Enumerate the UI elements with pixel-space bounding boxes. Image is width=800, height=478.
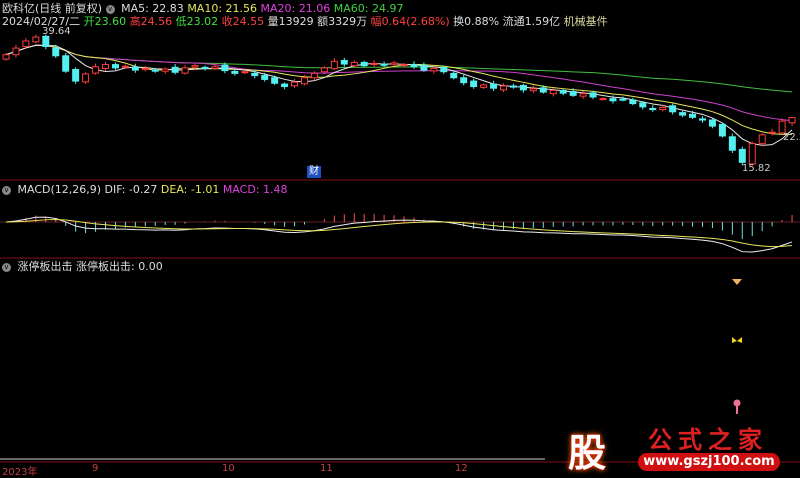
candle-up — [12, 47, 20, 56]
candle-down — [420, 64, 428, 71]
candle-down — [559, 89, 567, 94]
butterfly-icon — [732, 337, 742, 343]
candle-down — [171, 66, 179, 73]
candle-down — [201, 66, 209, 69]
candle-down — [271, 77, 279, 84]
watermark-logo: 股 公式之家 www.gszj100.com — [560, 420, 800, 476]
candle-down — [699, 118, 706, 121]
candle-down — [728, 136, 736, 151]
candle-down — [72, 69, 80, 82]
candle-down — [151, 69, 159, 72]
candle-down — [360, 61, 368, 67]
candle-down — [131, 66, 139, 71]
candle-up — [320, 67, 328, 73]
candle-up — [82, 73, 90, 83]
candle-up — [330, 60, 338, 70]
candle-down — [649, 108, 657, 111]
candle-down — [470, 80, 478, 88]
candle-down — [639, 102, 647, 108]
x-tick: 9 — [92, 463, 99, 474]
candle-up — [549, 89, 557, 95]
candle-up — [748, 143, 756, 165]
candle-down — [490, 83, 498, 89]
candle-up — [758, 134, 766, 145]
candle-down — [450, 72, 458, 79]
candle-up — [400, 64, 408, 67]
candle-down — [62, 55, 70, 72]
x-tick: 12 — [455, 463, 468, 474]
candle-down — [738, 148, 746, 163]
candle-up — [32, 36, 40, 43]
candle-up — [241, 71, 249, 74]
candle-up — [291, 81, 299, 87]
candle-up — [2, 54, 10, 60]
low-marker: 15.82 — [742, 163, 771, 174]
candle-down — [460, 77, 468, 84]
candle-up — [181, 67, 189, 74]
candle-down — [231, 70, 239, 74]
candle-up — [121, 65, 129, 68]
candle-down — [340, 59, 348, 65]
candle-up — [579, 93, 587, 97]
candle-up — [102, 64, 109, 69]
candle-up — [500, 85, 507, 91]
candle-up — [599, 98, 607, 101]
ma5-line — [5, 44, 793, 146]
candle-up — [22, 40, 30, 47]
pin-icon — [733, 399, 741, 407]
candle-up — [92, 66, 100, 74]
candle-down — [708, 119, 716, 127]
logo-url: www.gszj100.com — [638, 453, 780, 471]
candle-up — [211, 66, 219, 69]
candle-down — [42, 35, 50, 47]
candle-down — [589, 92, 597, 98]
candle-down — [52, 47, 60, 57]
candle-down — [689, 113, 697, 118]
candle-down — [569, 90, 577, 96]
candle-down — [380, 63, 388, 66]
candle-up — [310, 72, 318, 79]
candle-down — [111, 64, 119, 69]
candle-up — [390, 62, 398, 65]
logo-title: 公式之家 — [648, 425, 768, 454]
candle-up — [788, 117, 796, 124]
candle-down — [669, 105, 677, 113]
candle-down — [539, 87, 547, 93]
candle-up — [529, 88, 537, 92]
candle-down — [251, 72, 259, 77]
candle-down — [619, 98, 627, 101]
candle-up — [370, 62, 378, 65]
candle-down — [410, 64, 418, 68]
candle-up — [768, 131, 776, 134]
candle-up — [480, 84, 488, 88]
candle-down — [221, 64, 229, 72]
candle-up — [430, 67, 438, 72]
candle-down — [629, 99, 637, 105]
logo-glyph: 股 — [568, 431, 607, 475]
candle-down — [509, 85, 517, 88]
finance-badge[interactable]: 财 — [307, 166, 321, 178]
candle-down — [609, 98, 617, 102]
candle-up — [301, 77, 308, 85]
stock-chart[interactable] — [0, 0, 800, 476]
candle-up — [659, 106, 667, 111]
last-price-label: 22.2 — [783, 132, 800, 143]
dea-line — [5, 219, 793, 248]
diamond-icon — [732, 279, 742, 285]
x-tick: 10 — [222, 463, 235, 474]
ma10-line — [5, 44, 793, 135]
candle-down — [440, 67, 448, 73]
high-marker: 39.64 — [42, 26, 71, 37]
candle-down — [261, 75, 269, 80]
candle-up — [350, 61, 358, 67]
candle-down — [679, 112, 687, 116]
candle-up — [161, 68, 169, 72]
candle-down — [519, 84, 527, 91]
candle-down — [718, 123, 726, 137]
x-tick: 11 — [320, 463, 333, 474]
candle-down — [281, 83, 289, 88]
candle-up — [191, 65, 199, 68]
candle-up — [141, 67, 149, 70]
